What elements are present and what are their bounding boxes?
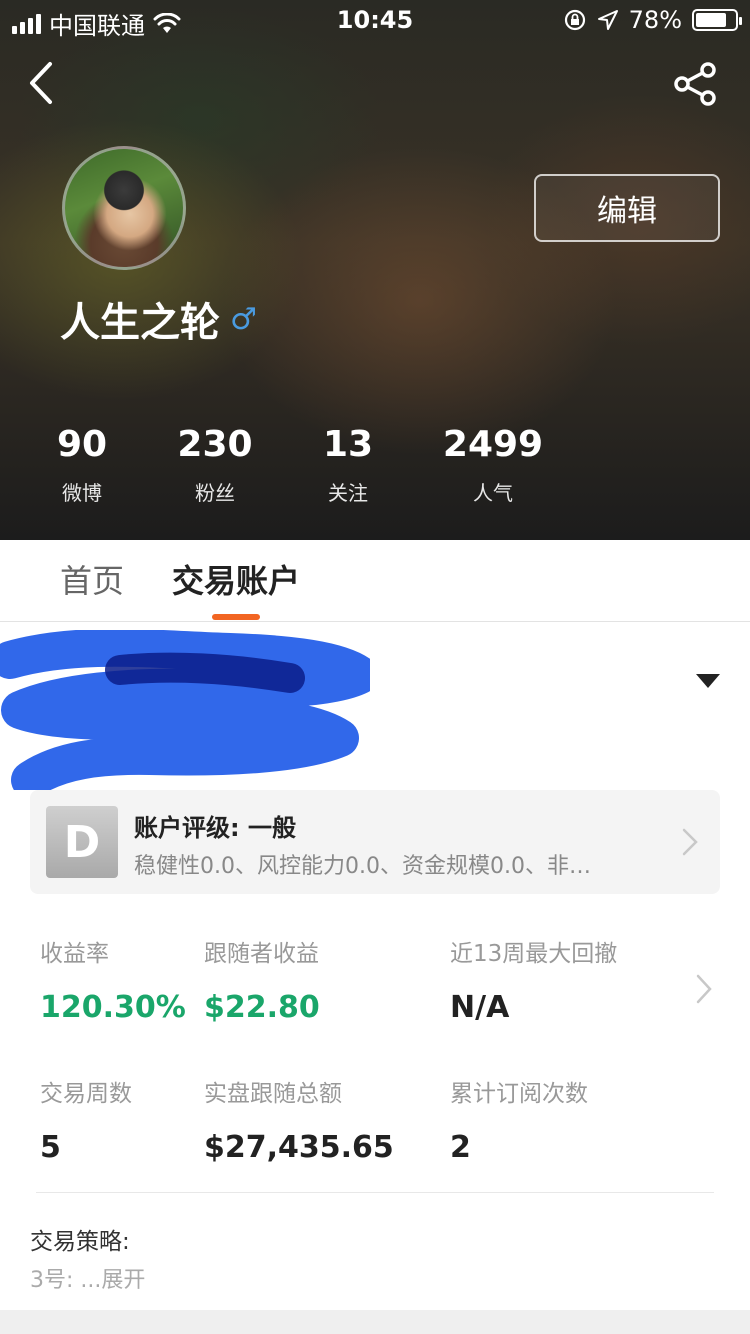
- metric-trading-weeks: 交易周数 5: [40, 1074, 132, 1165]
- metric-label: 近13周最大回撤: [450, 941, 618, 967]
- metric-max-drawdown: 近13周最大回撤 N/A: [450, 934, 617, 1025]
- stat-posts[interactable]: 90 微博: [42, 420, 122, 516]
- metric-value: N/A: [450, 990, 510, 1025]
- rotation-lock-icon: [564, 9, 585, 31]
- chevron-right-icon: [682, 828, 698, 856]
- metric-value: $27,435.65: [204, 1130, 394, 1165]
- strategy-content: 3号:: [30, 1268, 74, 1293]
- avatar[interactable]: [62, 146, 186, 270]
- tab-bar: 首页 交易账户: [0, 540, 750, 622]
- stat-label: 人气: [473, 481, 513, 505]
- metric-value: 5: [40, 1130, 61, 1165]
- stat-label: 关注: [328, 481, 368, 505]
- metric-follow-total: 实盘跟随总额 $27,435.65: [204, 1074, 394, 1165]
- battery-level-fill: [696, 13, 726, 27]
- stat-popularity[interactable]: 2499 人气: [438, 420, 548, 516]
- username-text: 人生之轮: [60, 300, 220, 346]
- metric-value: $22.80: [204, 990, 320, 1025]
- stat-value: 230: [177, 424, 253, 465]
- rating-description: 稳健性0.0、风控能力0.0、资金规模0.0、非…: [134, 854, 591, 879]
- stat-value: 90: [56, 424, 108, 465]
- rating-grade-badge: D: [46, 806, 118, 878]
- rating-title: 账户评级: 一般: [134, 814, 296, 842]
- edit-profile-button[interactable]: 编辑: [534, 174, 720, 242]
- account-rating-card[interactable]: D 账户评级: 一般 稳健性0.0、风控能力0.0、资金规模0.0、非…: [30, 790, 720, 894]
- metric-subscriptions: 累计订阅次数 2: [450, 1074, 588, 1165]
- profile-stats: 90 微博 230 粉丝 13 关注 2499 人气: [0, 420, 750, 520]
- metric-label: 实盘跟随总额: [204, 1081, 342, 1107]
- redaction-scribble: [0, 630, 370, 790]
- metric-label: 累计订阅次数: [450, 1081, 588, 1107]
- stat-label: 微博: [62, 481, 102, 505]
- strategy-label: 交易策略:: [30, 1229, 130, 1255]
- back-icon[interactable]: [22, 58, 62, 108]
- status-bar: 中国联通 10:45 78%: [0, 0, 750, 40]
- metric-return-rate: 收益率 120.30%: [40, 934, 186, 1025]
- male-gender-icon: ♂: [230, 301, 257, 337]
- chevron-right-icon[interactable]: [694, 972, 714, 1006]
- account-dropdown-icon[interactable]: [696, 674, 720, 688]
- profile-header: 中国联通 10:45 78% 编辑 人生之轮 ♂ 90 微博 230 粉丝 13…: [0, 0, 750, 540]
- metric-follower-profit: 跟随者收益 $22.80: [204, 934, 320, 1025]
- stat-label: 粉丝: [195, 481, 235, 505]
- metric-value: 2: [450, 1130, 471, 1165]
- share-icon[interactable]: [672, 60, 720, 108]
- strategy-text: 3号: ...展开: [30, 1262, 145, 1294]
- divider: [36, 1192, 714, 1193]
- stat-value: 2499: [442, 424, 544, 465]
- metric-label: 收益率: [40, 941, 109, 967]
- active-tab-indicator: [212, 614, 260, 620]
- username: 人生之轮 ♂: [60, 290, 257, 348]
- stat-following[interactable]: 13 关注: [308, 420, 388, 516]
- battery-icon: [692, 9, 742, 31]
- tab-trading-account[interactable]: 交易账户: [172, 556, 300, 602]
- location-arrow-icon: [597, 10, 618, 30]
- bottom-separator: [0, 1310, 750, 1334]
- battery-percent: 78%: [628, 6, 682, 34]
- metric-value: 120.30%: [40, 990, 186, 1025]
- account-selector[interactable]: [0, 622, 750, 792]
- metric-label: 交易周数: [40, 1081, 132, 1107]
- expand-link[interactable]: ...展开: [80, 1268, 145, 1293]
- metric-label: 跟随者收益: [204, 941, 319, 967]
- tab-home[interactable]: 首页: [60, 556, 124, 602]
- stat-followers[interactable]: 230 粉丝: [170, 420, 260, 516]
- stat-value: 13: [322, 424, 374, 465]
